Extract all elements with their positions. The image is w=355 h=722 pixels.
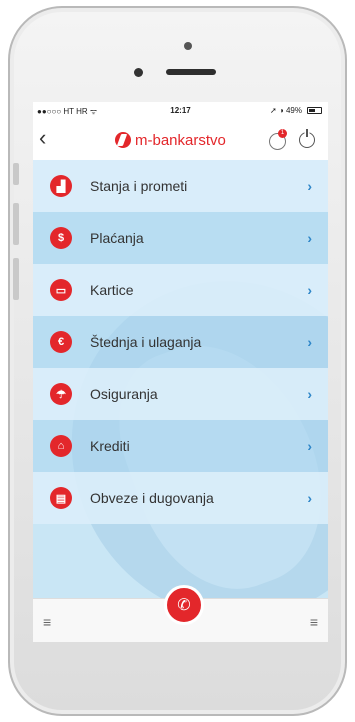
brand-title: m-bankarstvo <box>135 131 226 149</box>
umbrella-icon: ☂ <box>50 383 72 405</box>
mute-switch <box>13 163 19 185</box>
volume-up-button <box>13 203 19 245</box>
chevron-right-icon: › <box>307 230 312 246</box>
front-camera <box>184 42 192 50</box>
nav-bar: ‹ m-bankarstvo 1 <box>33 120 328 160</box>
phone-icon: ✆ <box>177 597 191 614</box>
brand: m-bankarstvo <box>115 130 226 150</box>
card-icon: ▭ <box>50 279 72 301</box>
proximity-sensor <box>134 68 143 77</box>
menu-item-obveze-i-dugovanja[interactable]: ▤ Obveze i dugovanja › <box>33 472 328 524</box>
battery-label: ➚ ◑ 49% <box>270 106 302 115</box>
house-icon: ⌂ <box>50 435 72 457</box>
menu-item-label: Štednja i ulaganja <box>90 334 202 350</box>
menu-item-stanja-i-prometi[interactable]: ▟ Stanja i prometi › <box>33 160 328 212</box>
app-screen: ●●○○○ HT HR ᯤ 12:17 ➚ ◑ 49% ‹ m-bankarst… <box>33 102 328 642</box>
menu-list: ▟ Stanja i prometi › $ Plaćanja › ▭ Kart… <box>33 160 328 524</box>
menu-item-kartice[interactable]: ▭ Kartice › <box>33 264 328 316</box>
menu-item-stednja-i-ulaganja[interactable]: € Štednja i ulaganja › <box>33 316 328 368</box>
call-button[interactable]: ✆ <box>164 585 204 625</box>
messages-badge: 1 <box>278 129 287 138</box>
chevron-right-icon: › <box>307 178 312 194</box>
moneybag-icon: € <box>50 331 72 353</box>
menu-item-label: Obveze i dugovanja <box>90 490 214 506</box>
chart-icon: ▟ <box>50 175 72 197</box>
bottom-tab-bar: ≡ ✆ ≡ <box>33 585 328 642</box>
menu-item-label: Stanja i prometi <box>90 178 188 194</box>
menu-item-krediti[interactable]: ⌂ Krediti › <box>33 420 328 472</box>
left-menu-icon[interactable]: ≡ <box>43 614 51 630</box>
menu-item-label: Plaćanja <box>90 230 144 246</box>
chevron-right-icon: › <box>307 386 312 402</box>
right-menu-icon[interactable]: ≡ <box>310 614 318 630</box>
power-icon[interactable] <box>299 129 315 148</box>
volume-down-button <box>13 258 19 300</box>
status-bar: ●●○○○ HT HR ᯤ 12:17 ➚ ◑ 49% <box>33 102 328 120</box>
chevron-right-icon: › <box>307 282 312 298</box>
battery-icon <box>307 107 322 114</box>
chevron-right-icon: › <box>307 438 312 454</box>
chevron-right-icon: › <box>307 334 312 350</box>
invoice-icon: ▤ <box>50 487 72 509</box>
earpiece-speaker <box>166 69 216 75</box>
menu-item-label: Osiguranja <box>90 386 158 402</box>
back-chevron-icon[interactable]: ‹ <box>39 126 46 150</box>
chevron-right-icon: › <box>307 490 312 506</box>
menu-item-osiguranja[interactable]: ☂ Osiguranja › <box>33 368 328 420</box>
main-menu: ▟ Stanja i prometi › $ Plaćanja › ▭ Kart… <box>33 160 328 598</box>
menu-item-label: Kartice <box>90 282 134 298</box>
dollar-icon: $ <box>50 227 72 249</box>
menu-item-placanja[interactable]: $ Plaćanja › <box>33 212 328 264</box>
menu-item-label: Krediti <box>90 438 130 454</box>
brand-logo-icon <box>115 132 131 148</box>
